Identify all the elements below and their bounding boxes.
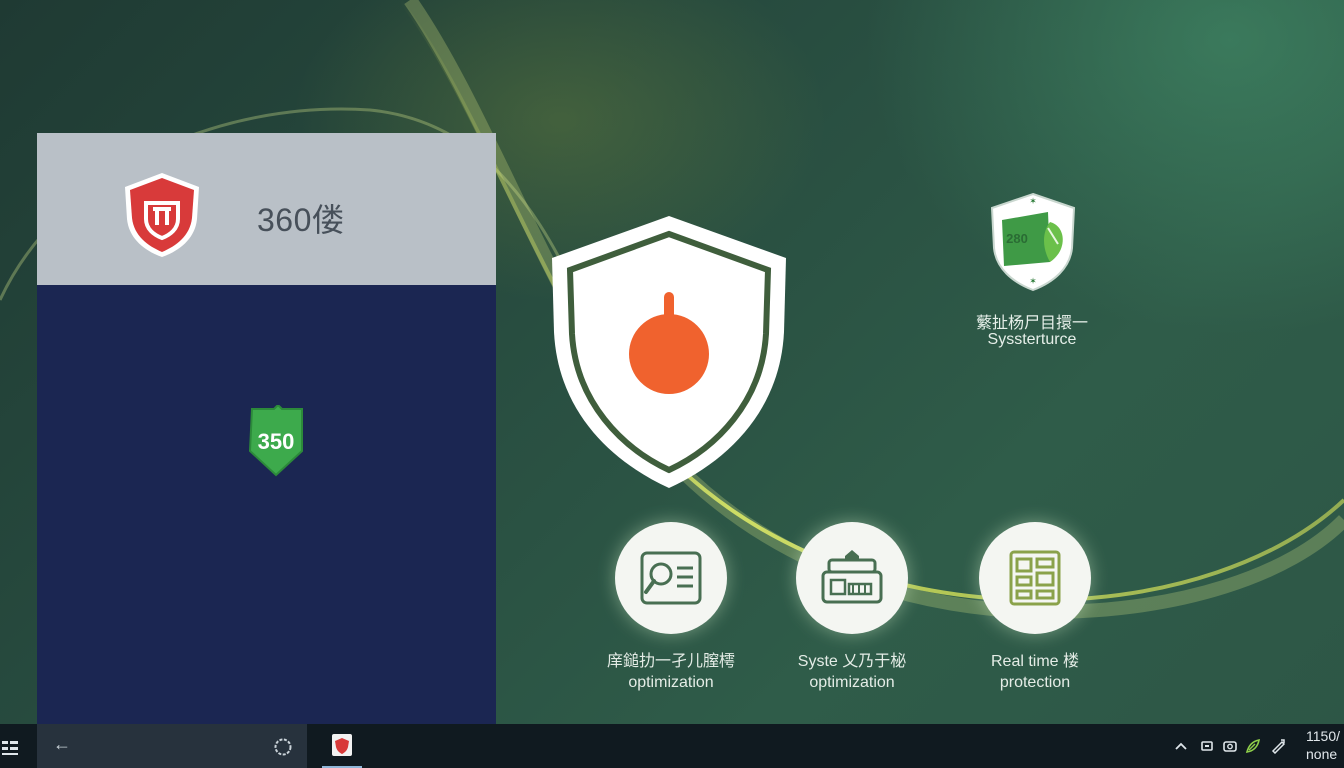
feature-scan-label: 庠鎚扐一孑儿膣樗 [606, 653, 735, 670]
widget-title: 蘩扯杨尸目擐一 [975, 315, 1088, 332]
protection-icon [1009, 550, 1061, 606]
feature-scan-button[interactable] [615, 522, 727, 634]
app-header: 360偻 [37, 133, 496, 285]
desktop: 360偻 350 ✶ ✶ 280 蘩扯杨尸目擐一 Syssterturce 庠鎚… [0, 0, 1344, 768]
clock-date[interactable]: none [1306, 746, 1337, 762]
tray-camera-icon[interactable] [1222, 738, 1238, 754]
feature-protection-button[interactable] [979, 522, 1091, 634]
score-badge-label: 280 [1006, 231, 1028, 246]
feature-system[interactable]: Syste 乂乃于柲 optimization [762, 522, 942, 694]
scan-icon [640, 551, 702, 605]
feature-system-label: Syste 乂乃于柲 [797, 653, 907, 670]
cortana-circle-icon[interactable] [273, 737, 293, 757]
feature-protection[interactable]: Real time 楼 protection [945, 522, 1125, 694]
start-menu-icon[interactable] [0, 736, 22, 758]
system-icon [821, 550, 883, 604]
taskbar: ← [0, 724, 1344, 768]
tray-pen-icon[interactable] [1270, 738, 1286, 754]
central-shield-icon[interactable] [546, 212, 792, 492]
taskbar-app-360[interactable] [322, 724, 362, 768]
tray-leaf-icon[interactable] [1245, 738, 1261, 754]
feature-protection-sublabel: protection [999, 674, 1071, 691]
back-arrow-icon[interactable]: ← [53, 734, 71, 755]
taskbar-app-icon [332, 734, 352, 756]
app-title: 360偻 [257, 202, 345, 238]
svg-text:✶: ✶ [1029, 197, 1037, 207]
tray-chevron-up-icon[interactable] [1173, 738, 1189, 754]
clock-time[interactable]: 1150/ [1306, 728, 1340, 744]
shield-logo-icon [125, 173, 199, 257]
widget-subtitle: Syssterturce [987, 331, 1077, 348]
green-badge-label: 350 [257, 429, 295, 454]
feature-system-button[interactable] [796, 522, 908, 634]
feature-protection-label: Real time 楼 [990, 653, 1080, 670]
feature-scan[interactable]: 庠鎚扐一孑儿膣樗 optimization [581, 522, 761, 694]
tray-device-icon[interactable] [1199, 738, 1215, 754]
feature-scan-sublabel: optimization [628, 674, 714, 691]
feature-system-sublabel: optimization [809, 674, 895, 691]
taskbar-search[interactable]: ← [37, 724, 307, 768]
svg-text:✶: ✶ [1029, 277, 1037, 287]
